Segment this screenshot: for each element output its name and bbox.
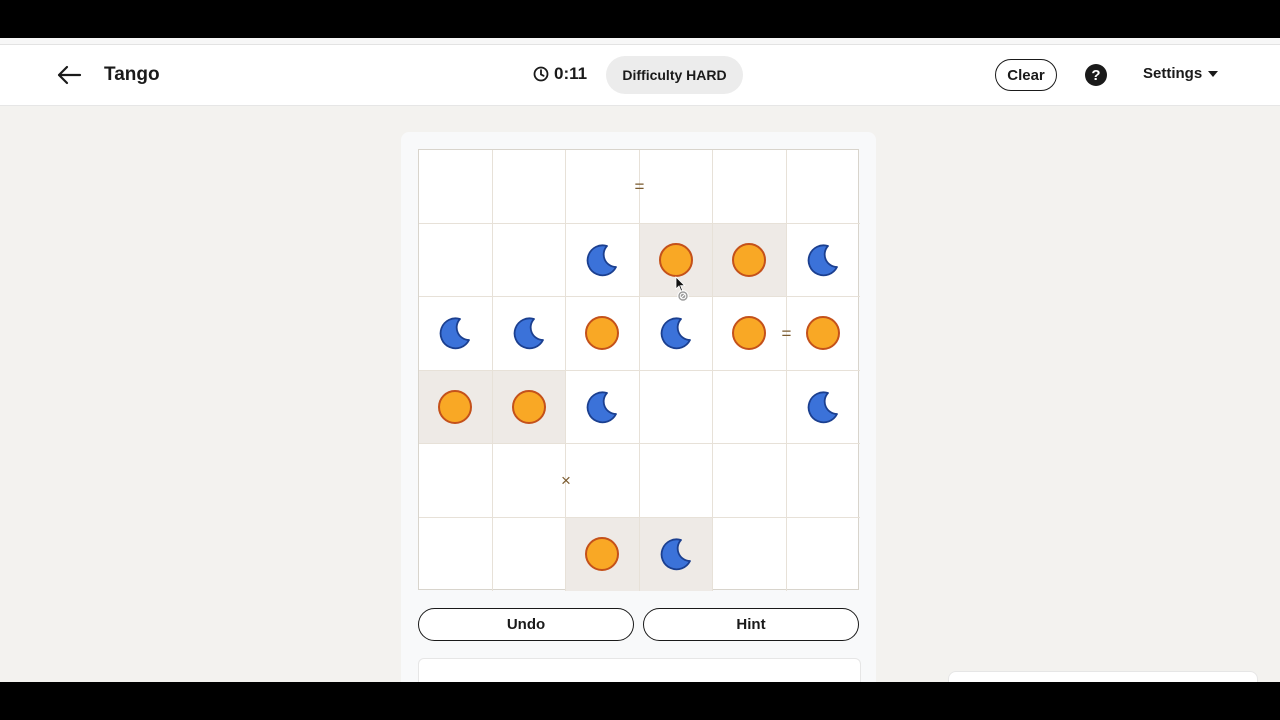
sun-icon — [658, 242, 693, 277]
page-title: Tango — [104, 64, 160, 85]
board-cell[interactable] — [639, 150, 713, 224]
moon-icon — [586, 391, 618, 423]
sun-icon — [732, 242, 767, 277]
moon-icon — [807, 391, 839, 423]
board-cell[interactable] — [787, 518, 861, 592]
board-cell[interactable] — [566, 150, 640, 224]
equals-constraint-icon: = — [781, 323, 792, 343]
cross-constraint-icon: × — [561, 470, 571, 490]
board-cell[interactable] — [713, 370, 787, 444]
board-cell[interactable] — [419, 444, 493, 518]
sun-icon — [585, 316, 620, 351]
clock-icon — [533, 66, 549, 82]
timer-value: 0:11 — [554, 64, 588, 83]
board-cell[interactable] — [419, 370, 493, 444]
mouse-cursor-icon — [675, 276, 689, 302]
equals-constraint-icon: = — [634, 176, 645, 196]
sun-icon — [438, 389, 473, 424]
board-cell[interactable] — [419, 517, 493, 591]
board-cell[interactable] — [713, 444, 787, 518]
sun-icon — [511, 389, 546, 424]
question-mark-icon: ? — [1091, 66, 1101, 84]
board-cell[interactable] — [639, 297, 713, 371]
arrow-left-icon — [57, 65, 82, 85]
board-cell[interactable] — [786, 224, 860, 297]
board-cell[interactable] — [492, 297, 566, 371]
sun-icon — [732, 316, 767, 351]
tango-board: = = × — [418, 149, 861, 592]
board-cell[interactable] — [786, 444, 860, 518]
board-cell[interactable] — [786, 297, 860, 371]
moon-icon — [807, 244, 839, 276]
game-header: Tango 0:11 Difficulty HARD Clear ? Setti… — [0, 45, 1280, 106]
board-cell[interactable] — [493, 517, 566, 591]
board-cell[interactable] — [786, 150, 860, 224]
moon-icon — [586, 244, 618, 276]
undo-button[interactable]: Undo — [418, 608, 634, 641]
board-cell[interactable] — [639, 444, 713, 518]
game-timer: 0:11 — [533, 64, 587, 84]
board-cell[interactable] — [639, 370, 713, 444]
help-button[interactable]: ? — [1085, 64, 1107, 86]
clear-button[interactable]: Clear — [995, 59, 1057, 91]
board-cell[interactable] — [713, 517, 787, 591]
difficulty-badge: Difficulty HARD — [606, 56, 743, 94]
board-cell[interactable] — [713, 150, 787, 224]
board-cell[interactable] — [492, 150, 566, 224]
moon-icon — [513, 317, 544, 350]
board-cell[interactable] — [566, 444, 640, 518]
chevron-down-icon — [1208, 70, 1219, 77]
board-cell[interactable] — [566, 370, 640, 444]
settings-dropdown[interactable]: Settings — [1143, 65, 1219, 82]
browser-strip — [0, 38, 1280, 45]
board-cell[interactable] — [786, 371, 860, 444]
board-cell[interactable] — [713, 223, 787, 297]
video-letterbox-top — [0, 0, 1280, 38]
video-letterbox-bottom — [0, 682, 1280, 720]
board-cell[interactable] — [713, 297, 787, 371]
board-cell[interactable] — [566, 297, 640, 371]
back-button[interactable] — [52, 59, 86, 91]
settings-label: Settings — [1143, 65, 1203, 82]
sun-icon — [806, 316, 841, 351]
board-cell[interactable] — [492, 444, 566, 518]
moon-icon — [660, 317, 691, 350]
board-cell[interactable] — [639, 517, 713, 591]
hint-button[interactable]: Hint — [643, 608, 859, 641]
sun-icon — [585, 537, 620, 572]
board-cell[interactable] — [419, 297, 493, 371]
board-cell[interactable] — [566, 223, 640, 297]
moon-icon — [660, 538, 691, 571]
board-cell[interactable] — [492, 223, 566, 297]
board-cell[interactable] — [492, 370, 566, 444]
moon-icon — [439, 317, 471, 350]
board-cell[interactable] — [419, 223, 493, 297]
board-cell[interactable] — [419, 150, 493, 224]
board-cell[interactable] — [566, 517, 640, 591]
